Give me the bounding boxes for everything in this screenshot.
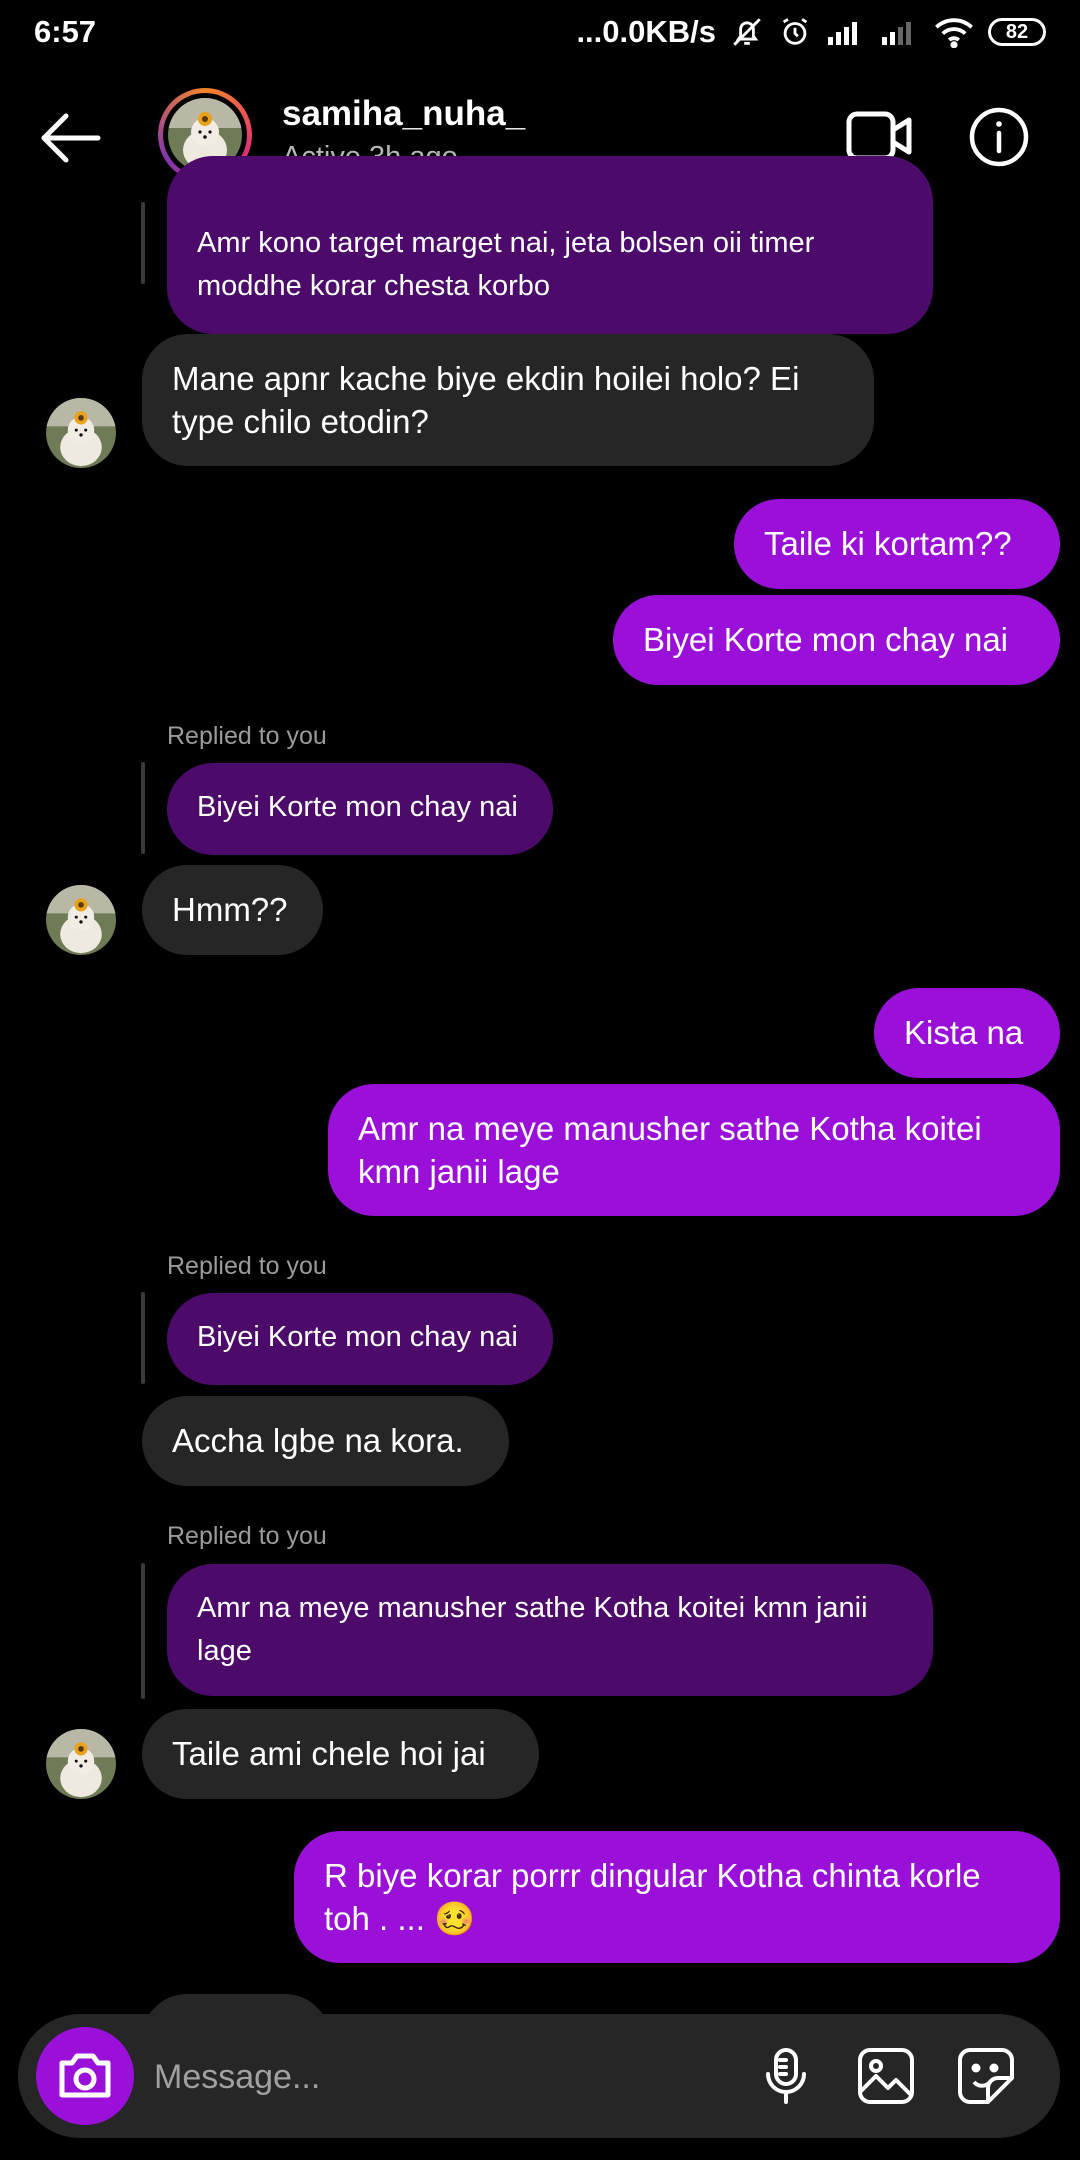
sender-avatar[interactable] [46,885,116,955]
network-speed: ...0.0KB/s [576,14,716,49]
status-bar: 6:57 ...0.0KB/s 82 [0,0,1080,64]
quote-bar [141,1292,145,1384]
sender-avatar[interactable] [46,398,116,468]
signal-2-icon [882,22,911,45]
arrow-left-icon[interactable] [36,110,104,166]
avatar-photo [46,1729,116,1799]
status-time: 6:57 [34,14,97,49]
app-root: 6:57 ...0.0KB/s 82 samiha_nuha_ Amr kono… [0,0,1080,2160]
wifi-icon [935,18,973,48]
status-icons: ...0.0KB/s 82 [576,14,1046,50]
incoming-message[interactable]: Taile ami chele hoi jai [142,1709,539,1799]
microphone-icon[interactable] [754,2044,818,2108]
quoted-message[interactable]: Biyei Korte mon chay nai [167,1293,553,1385]
quoted-message[interactable]: Amr na meye manusher sathe Kotha koitei … [167,1564,933,1696]
camera-button[interactable] [36,2027,134,2125]
outgoing-message[interactable]: Taile ki kortam?? [734,499,1060,589]
outgoing-message[interactable]: Amr na meye manusher sathe Kotha koitei … [328,1084,1060,1216]
sender-avatar[interactable] [46,1729,116,1799]
replied-label: Replied to you [167,722,327,750]
outgoing-message[interactable]: R biye korar porrr dingular Kotha chinta… [294,1831,1060,1963]
quoted-message[interactable]: Biyei Korte mon chay nai [167,763,553,855]
sticker-icon[interactable] [954,2044,1018,2108]
message-input[interactable] [152,2044,716,2110]
gallery-icon[interactable] [854,2044,918,2108]
avatar-photo [46,398,116,468]
replied-label: Replied to you [167,1522,327,1550]
alarm-icon [782,18,808,45]
battery-indicator: 82 [988,18,1046,46]
quote-bar [141,202,145,284]
mute-icon [733,18,761,46]
signal-1-icon [828,22,857,45]
incoming-message[interactable]: Accha lgbe na kora. [142,1396,509,1486]
quote-bar [141,762,145,854]
avatar-photo [46,885,116,955]
header-username[interactable]: samiha_nuha_ [282,94,525,134]
battery-level: 82 [1005,20,1029,43]
quote-bar [141,1563,145,1699]
message-composer [18,2014,1060,2138]
outgoing-message[interactable]: Kista na [874,988,1060,1078]
incoming-message[interactable]: Mane apnr kache biye ekdin hoilei holo? … [142,334,874,466]
replied-label: Replied to you [167,1252,327,1280]
message-list[interactable]: Amr kono target marget nai, jeta bolsen … [0,156,1080,2084]
camera-icon [59,2053,111,2098]
outgoing-message[interactable]: Biyei Korte mon chay nai [613,595,1060,685]
incoming-message[interactable]: Hmm?? [142,865,323,955]
info-icon[interactable] [968,106,1030,168]
quoted-message[interactable]: Amr kono target marget nai, jeta bolsen … [167,156,933,334]
